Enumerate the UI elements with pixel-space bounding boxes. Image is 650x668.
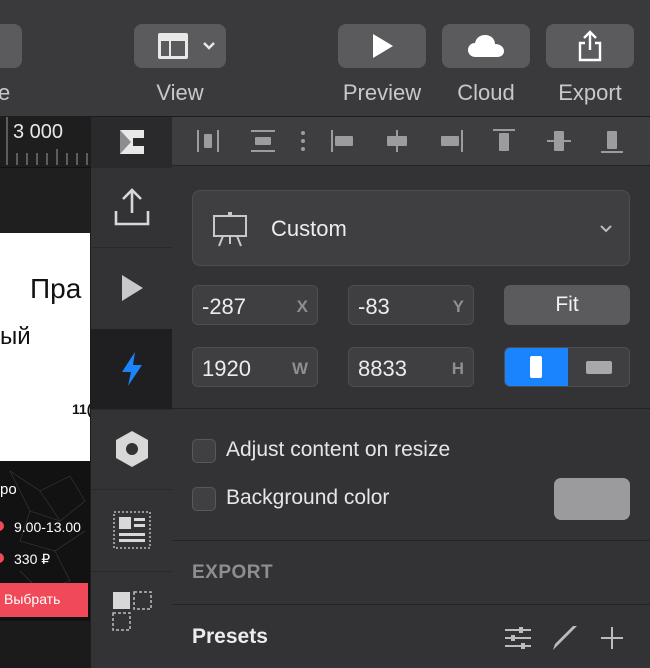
rail-export[interactable] bbox=[91, 167, 172, 248]
align-center-vertical-icon[interactable] bbox=[546, 129, 572, 153]
y-position-field[interactable]: -83 Y bbox=[348, 285, 474, 325]
upload-icon bbox=[114, 188, 149, 226]
export-button[interactable] bbox=[546, 24, 634, 68]
alignment-toolbar bbox=[172, 117, 650, 166]
x-value: -287 bbox=[202, 294, 247, 319]
h-value: 8833 bbox=[358, 356, 407, 381]
artboard-white: Пра ый 11( bbox=[0, 233, 90, 461]
more-vertical-icon[interactable] bbox=[300, 129, 306, 153]
select-cta-label: Выбрать bbox=[4, 591, 61, 607]
align-top-icon[interactable] bbox=[492, 128, 516, 154]
x-position-field[interactable]: -287 X bbox=[192, 285, 318, 325]
card-time-text: 9.00-13.00 bbox=[14, 519, 81, 535]
canvas-dark-band bbox=[0, 167, 90, 233]
plus-icon[interactable] bbox=[600, 626, 624, 650]
rail-layout[interactable] bbox=[91, 489, 172, 572]
portrait-orientation-button[interactable] bbox=[505, 348, 568, 386]
background-color-label: Background color bbox=[226, 486, 390, 509]
fit-button[interactable]: Fit bbox=[504, 285, 630, 325]
cloud-button[interactable] bbox=[442, 24, 530, 68]
rail-logo bbox=[91, 117, 172, 168]
adjust-content-label: Adjust content on resize bbox=[226, 438, 451, 461]
export-label: Export bbox=[558, 80, 622, 105]
align-left-icon[interactable] bbox=[330, 129, 356, 153]
x-label: X bbox=[296, 297, 308, 316]
toolbar: e View Preview Cloud Export bbox=[0, 0, 650, 117]
divider-1 bbox=[172, 408, 650, 409]
divider-2 bbox=[172, 540, 650, 541]
hexagon-icon bbox=[115, 431, 148, 467]
rail-components[interactable] bbox=[91, 409, 172, 490]
layout-grid-icon bbox=[112, 511, 151, 549]
divider-3 bbox=[172, 604, 650, 605]
distribute-horizontal-icon[interactable] bbox=[196, 129, 220, 153]
presentation-board-icon bbox=[213, 212, 247, 247]
preview-label: Preview bbox=[342, 80, 422, 105]
w-value: 1920 bbox=[202, 356, 251, 381]
rail-preview[interactable] bbox=[91, 247, 172, 330]
icon-rail bbox=[90, 117, 173, 668]
app-logo-icon bbox=[119, 130, 144, 154]
preview-button[interactable] bbox=[338, 24, 426, 68]
device-preset-dropdown[interactable]: Custom bbox=[192, 190, 630, 266]
left-toolbar-label: e bbox=[0, 80, 11, 105]
h-label: H bbox=[451, 359, 464, 378]
orientation-toggle bbox=[504, 347, 630, 387]
sliders-icon[interactable] bbox=[504, 626, 532, 650]
view-button[interactable] bbox=[134, 24, 226, 68]
cloud-icon bbox=[468, 35, 504, 57]
width-field[interactable]: 1920 W bbox=[192, 347, 318, 387]
canvas-area[interactable]: Пра ый 11( ро 9.00-13.00 330 ₽ Выбрать bbox=[0, 117, 90, 668]
knife-icon[interactable] bbox=[551, 624, 579, 652]
align-center-horizontal-icon[interactable] bbox=[384, 129, 410, 153]
rail-interactions[interactable] bbox=[91, 329, 172, 410]
y-label: Y bbox=[452, 297, 464, 316]
horizontal-ruler: 3 000 bbox=[0, 117, 90, 168]
presets-label: Presets bbox=[192, 625, 268, 648]
align-bottom-icon[interactable] bbox=[600, 128, 624, 154]
chevron-down-icon bbox=[600, 225, 612, 233]
card-price-text: 330 ₽ bbox=[14, 551, 51, 567]
background-color-checkbox[interactable] bbox=[192, 487, 216, 511]
landscape-icon bbox=[586, 361, 612, 374]
play-icon bbox=[373, 34, 393, 58]
adjust-content-checkbox[interactable] bbox=[192, 439, 216, 463]
landscape-orientation-button[interactable] bbox=[568, 348, 629, 386]
artboard-heading: Пра bbox=[30, 273, 82, 304]
portrait-icon bbox=[530, 356, 542, 378]
height-field[interactable]: 8833 H bbox=[348, 347, 474, 387]
select-cta-button[interactable]: Выбрать bbox=[0, 583, 88, 617]
ruler-ticks bbox=[6, 117, 88, 165]
share-icon bbox=[578, 30, 602, 62]
left-toolbar-button[interactable] bbox=[0, 24, 22, 68]
card-row-1: ро bbox=[0, 481, 17, 498]
w-label: W bbox=[291, 359, 308, 378]
artboard-dark-card: ро 9.00-13.00 330 ₽ Выбрать bbox=[0, 461, 90, 621]
preset-name: Custom bbox=[271, 216, 347, 241]
align-right-icon[interactable] bbox=[438, 129, 464, 153]
export-section-header: EXPORT bbox=[192, 562, 274, 583]
view-label: View bbox=[156, 80, 204, 105]
layout-icon bbox=[158, 33, 188, 59]
artboard-number: 11( bbox=[72, 401, 90, 417]
artboard-subheading: ый bbox=[0, 323, 31, 350]
rail-assets[interactable] bbox=[91, 571, 172, 651]
play-icon bbox=[121, 275, 143, 301]
cloud-label: Cloud bbox=[457, 80, 515, 105]
chevron-down-icon bbox=[203, 42, 215, 50]
assets-icon bbox=[111, 591, 152, 631]
lightning-icon bbox=[121, 352, 142, 386]
distribute-vertical-icon[interactable] bbox=[250, 129, 276, 153]
fit-label: Fit bbox=[555, 293, 579, 316]
y-value: -83 bbox=[358, 294, 390, 319]
background-color-swatch[interactable] bbox=[554, 478, 630, 520]
